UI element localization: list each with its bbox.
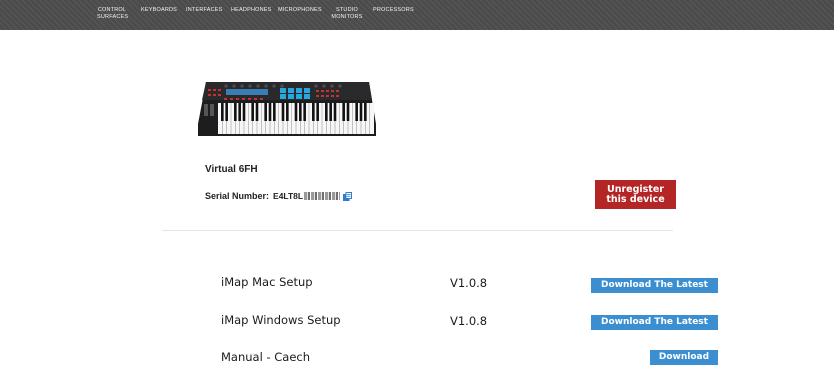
download-item-version: V1.0.8 xyxy=(450,276,488,290)
serial-value: E4LT8L xyxy=(273,191,304,201)
nav-label-line1: HEADPHONES xyxy=(231,7,272,13)
main-nav: CONTROL SURFACES KEYBOARDS INTERFACES HE… xyxy=(0,0,834,30)
nav-label-line1: CONTROL xyxy=(97,7,127,13)
keyboard-product-image xyxy=(198,82,376,136)
nav-label-line1: STUDIO xyxy=(336,7,358,13)
nav-label-line1: PROCESSORS xyxy=(373,7,414,13)
download-item-label: Manual - Caech xyxy=(221,350,311,364)
top-navigation-bar: CONTROL SURFACES KEYBOARDS INTERFACES HE… xyxy=(0,0,834,30)
nav-label-line1: KEYBOARDS xyxy=(141,7,178,13)
nav-item-processors[interactable]: PROCESSORS xyxy=(373,7,414,14)
serial-label: Serial Number: xyxy=(205,191,270,201)
nav-item-control-surfaces[interactable]: CONTROL SURFACES xyxy=(97,7,129,21)
nav-item-studio-monitors[interactable]: STUDIO MONITORS xyxy=(331,7,363,21)
nav-item-headphones[interactable]: HEADPHONES xyxy=(231,7,271,14)
nav-label-line1: INTERFACES xyxy=(186,7,223,13)
unregister-device-button[interactable]: Unregister this device xyxy=(595,180,676,209)
download-button[interactable]: Download xyxy=(650,350,718,365)
nav-item-keyboards[interactable]: KEYBOARDS xyxy=(141,7,178,14)
download-item-label: iMap Windows Setup xyxy=(221,313,341,327)
serial-number: Serial Number: E4LT8L xyxy=(205,190,353,202)
nav-item-interfaces[interactable]: INTERFACES xyxy=(186,7,222,14)
nav-label-line2: MONITORS xyxy=(331,14,363,20)
device-name: Virtual 6FH xyxy=(205,164,258,175)
download-item-label: iMap Mac Setup xyxy=(221,275,313,289)
section-divider xyxy=(162,230,673,231)
serial-redacted xyxy=(304,192,341,200)
unregister-label-line2: this device xyxy=(606,193,665,205)
nav-label-line2: SURFACES xyxy=(97,14,129,20)
nav-label-line1: MICROPHONES xyxy=(278,7,322,13)
copy-icon[interactable] xyxy=(343,191,353,201)
nav-item-microphones[interactable]: MICROPHONES xyxy=(278,7,322,14)
unregister-label-line1: Unregister xyxy=(606,183,664,195)
download-item-version: V1.0.8 xyxy=(450,314,488,328)
download-latest-button[interactable]: Download The Latest xyxy=(591,315,718,330)
download-latest-button[interactable]: Download The Latest xyxy=(591,278,718,293)
